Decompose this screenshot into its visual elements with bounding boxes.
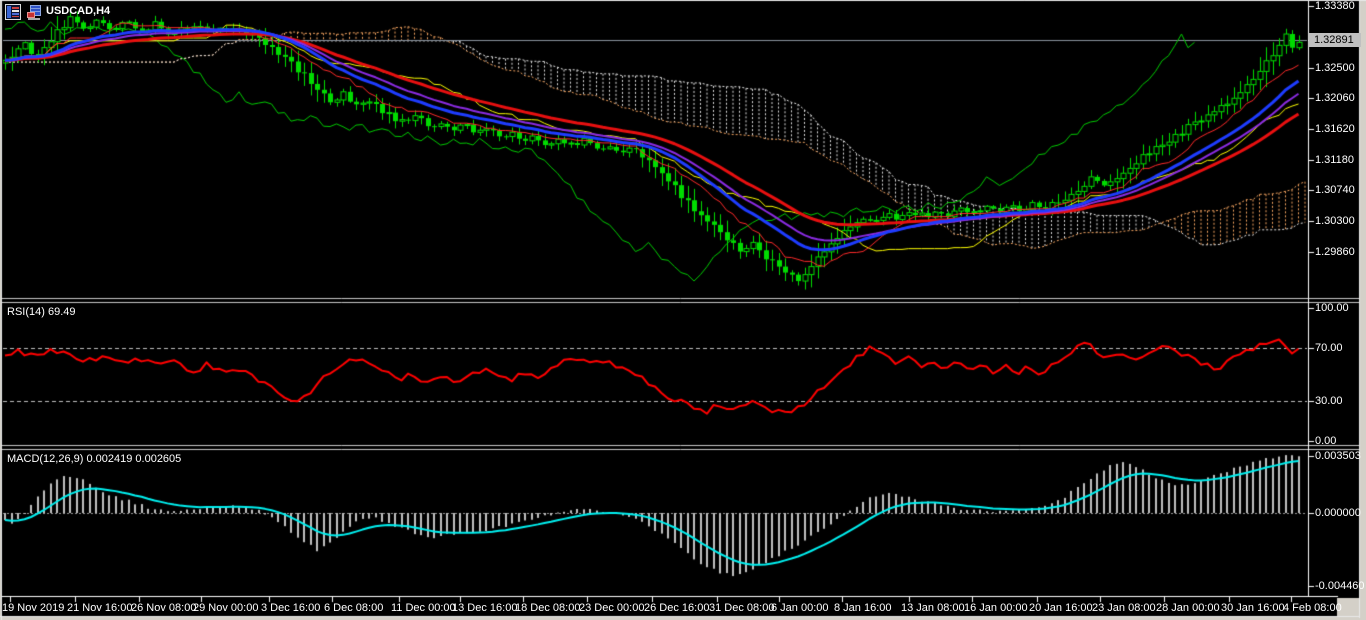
time-axis-label: 31 Dec 08:00 xyxy=(709,602,775,614)
time-axis[interactable]: 19 Nov 2019 21 Nov 16:00 26 Nov 08:00 29 No… xyxy=(0,602,1342,618)
time-axis-label: 6 Jan 00:00 xyxy=(771,602,829,614)
time-axis-label: 13 Dec 16:00 xyxy=(452,602,518,614)
time-axis-label: 18 Dec 08:00 xyxy=(515,602,581,614)
time-axis-label: 11 Dec 00:00 xyxy=(391,602,456,614)
price-axis-label: 1.31620 xyxy=(1315,123,1355,135)
time-axis-label: 29 Nov 00:00 xyxy=(193,602,259,614)
time-axis-label: 23 Jan 08:00 xyxy=(1092,602,1156,614)
rsi-axis-label: 70.00 xyxy=(1315,342,1343,354)
price-axis-label: 1.31180 xyxy=(1315,154,1354,166)
time-axis-label: 6 Dec 08:00 xyxy=(324,602,384,614)
macd-axis-label: 0.000000 xyxy=(1315,507,1361,519)
rsi-axis-label: 0.00 xyxy=(1315,435,1337,447)
time-axis-label: 21 Nov 16:00 xyxy=(67,602,133,614)
rsi-axis-label: 100.00 xyxy=(1315,302,1349,314)
time-axis-label: 16 Jan 00:00 xyxy=(964,602,1028,614)
price-axis-label: 1.32500 xyxy=(1315,62,1355,74)
price-axis-label: 1.29860 xyxy=(1315,246,1355,258)
time-axis-label: 3 Dec 16:00 xyxy=(261,602,321,614)
current-price-box: 1.32891 xyxy=(1309,33,1361,47)
macd-axis-label: -0.004460 xyxy=(1315,580,1365,592)
time-axis-label: 30 Jan 16:00 xyxy=(1221,602,1285,614)
time-axis-label: 19 Nov 2019 xyxy=(2,602,65,614)
time-axis-label: 23 Dec 00:00 xyxy=(579,602,645,614)
time-axis-label: 26 Nov 08:00 xyxy=(131,602,197,614)
mt4-chart-window: USDCAD,H4 RSI(14) 69.49 MACD(12,26,9) 0.… xyxy=(0,0,1366,620)
time-axis-label: 20 Jan 16:00 xyxy=(1029,602,1093,614)
rsi-axis-label: 30.00 xyxy=(1315,395,1343,407)
macd-axis-label: 0.003503 xyxy=(1315,450,1361,462)
time-axis-label: 13 Jan 08:00 xyxy=(901,602,965,614)
time-axis-label: 4 Feb 08:00 xyxy=(1283,602,1342,614)
price-axis-label: 1.30740 xyxy=(1315,184,1355,196)
time-axis-label: 26 Dec 16:00 xyxy=(644,602,710,614)
time-axis-label: 28 Jan 00:00 xyxy=(1156,602,1220,614)
price-axis[interactable]: 1.33380 1.32500 1.32060 1.31620 1.31180 1.307… xyxy=(0,0,1366,596)
price-axis-label: 1.30300 xyxy=(1315,215,1355,227)
price-axis-label: 1.32060 xyxy=(1315,92,1355,104)
price-axis-label: 1.33380 xyxy=(1315,0,1355,12)
time-axis-label: 8 Jan 16:00 xyxy=(834,602,892,614)
